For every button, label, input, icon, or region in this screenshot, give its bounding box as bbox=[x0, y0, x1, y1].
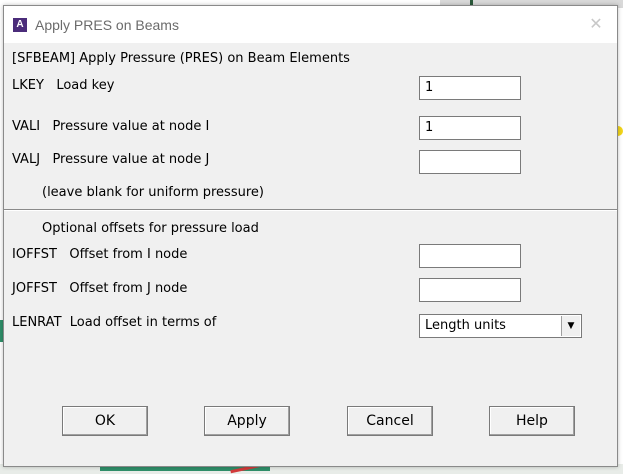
lenrat-dropdown[interactable]: Length units ▼ bbox=[419, 314, 582, 338]
ioffst-field[interactable] bbox=[419, 244, 521, 268]
joffst-field[interactable] bbox=[419, 278, 521, 302]
chevron-down-icon[interactable]: ▼ bbox=[561, 316, 580, 336]
apply-pres-dialog: A Apply PRES on Beams ✕ [SFBEAM] Apply P… bbox=[3, 5, 618, 467]
ioffst-input[interactable] bbox=[425, 248, 520, 263]
uniform-pressure-note: (leave blank for uniform pressure) bbox=[42, 185, 264, 200]
ioffst-key: IOFFST bbox=[12, 247, 57, 262]
section-divider bbox=[4, 209, 617, 211]
lkey-key: LKEY bbox=[12, 78, 44, 93]
command-heading: [SFBEAM] Apply Pressure (PRES) on Beam E… bbox=[12, 51, 350, 66]
lenrat-label: LENRAT Load offset in terms of bbox=[12, 315, 216, 330]
lenrat-selected-value: Length units bbox=[425, 318, 506, 333]
lkey-field[interactable] bbox=[419, 76, 521, 100]
apply-button[interactable]: Apply bbox=[204, 406, 290, 436]
lenrat-description: Load offset in terms of bbox=[69, 315, 217, 330]
ok-button[interactable]: OK bbox=[62, 406, 148, 436]
vali-input[interactable] bbox=[425, 120, 520, 135]
dialog-titlebar[interactable]: A Apply PRES on Beams ✕ bbox=[4, 6, 617, 43]
close-icon[interactable]: ✕ bbox=[587, 15, 605, 33]
valj-field[interactable] bbox=[419, 150, 521, 174]
joffst-key: JOFFST bbox=[12, 281, 57, 296]
lkey-label: LKEY Load key bbox=[12, 78, 114, 93]
ioffst-description: Offset from I node bbox=[69, 247, 188, 262]
vali-description: Pressure value at node I bbox=[52, 119, 210, 134]
vali-key: VALI bbox=[12, 119, 41, 134]
joffst-input[interactable] bbox=[425, 282, 520, 297]
help-button[interactable]: Help bbox=[489, 406, 575, 436]
vali-label: VALI Pressure value at node I bbox=[12, 119, 209, 134]
joffst-description: Offset from J node bbox=[69, 281, 188, 296]
joffst-label: JOFFST Offset from J node bbox=[12, 281, 187, 296]
lkey-input[interactable] bbox=[425, 80, 520, 95]
cancel-button[interactable]: Cancel bbox=[347, 406, 433, 436]
lkey-description: Load key bbox=[56, 78, 115, 93]
lenrat-key: LENRAT bbox=[12, 315, 62, 330]
valj-description: Pressure value at node J bbox=[52, 152, 210, 167]
vali-field[interactable] bbox=[419, 116, 521, 140]
ansys-app-icon: A bbox=[13, 17, 27, 32]
valj-label: VALJ Pressure value at node J bbox=[12, 152, 209, 167]
valj-input[interactable] bbox=[425, 154, 520, 169]
dialog-title: Apply PRES on Beams bbox=[35, 16, 179, 33]
valj-key: VALJ bbox=[12, 152, 41, 167]
optional-offsets-heading: Optional offsets for pressure load bbox=[42, 221, 259, 236]
ioffst-label: IOFFST Offset from I node bbox=[12, 247, 187, 262]
